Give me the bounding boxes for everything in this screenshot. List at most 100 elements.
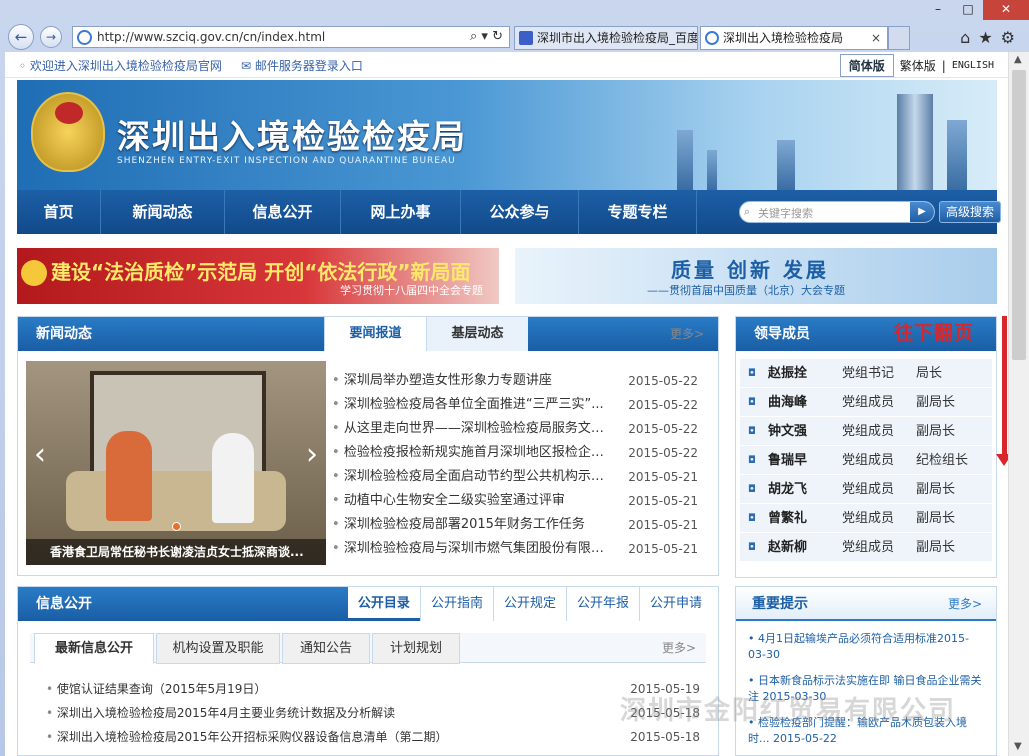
news-title[interactable]: 深圳检验检疫局各单位全面推进“三严三实”... (332, 393, 614, 417)
carousel-prev-icon[interactable]: ‹ (34, 437, 46, 472)
news-title[interactable]: 从这里走向世界——深圳检验检疫局服务文博... (332, 417, 614, 441)
info-disclosure-panel: 信息公开 公开目录 公开指南 公开规定 公开年报 公开申请 最新信息公开 机构设… (17, 586, 719, 756)
advanced-search-button[interactable]: 高级搜索 (939, 201, 1001, 223)
info-title[interactable]: 使馆认证结果查询（2015年5月19日） (46, 677, 614, 701)
info-link-rules[interactable]: 公开规定 (492, 587, 566, 621)
welcome-link[interactable]: ◦ 欢迎进入深圳出入境检验检疫局官网 (19, 57, 222, 74)
news-title[interactable]: 深圳检验检疫局与深圳市燃气集团股份有限公... (332, 537, 614, 561)
back-button[interactable]: ← (8, 24, 34, 50)
tab-latest-info[interactable]: 最新信息公开 (34, 633, 154, 664)
nav-public-participation[interactable]: 公众参与 (461, 190, 579, 234)
leader-row[interactable]: ◘ 钟文强 党组成员 副局长 (740, 417, 992, 446)
leader-row[interactable]: ◘ 曲海峰 党组成员 副局长 (740, 388, 992, 417)
nav-online-service[interactable]: 网上办事 (341, 190, 461, 234)
carousel-next-icon[interactable]: › (306, 437, 318, 472)
settings-icon[interactable]: ⚙ (1001, 28, 1023, 47)
news-item[interactable]: 深圳检验检疫局全面启动节约型公共机构示范... 2015-05-21 (332, 465, 712, 489)
news-item[interactable]: 深圳检验检疫局与深圳市燃气集团股份有限公... 2015-05-21 (332, 537, 712, 561)
nav-info[interactable]: 信息公开 (225, 190, 341, 234)
search-go-button[interactable]: ▶ (910, 202, 934, 222)
nav-news[interactable]: 新闻动态 (101, 190, 225, 234)
news-title[interactable]: 深圳检验检疫局部署2015年财务工作任务 (332, 513, 614, 537)
tab-notices[interactable]: 通知公告 (282, 633, 370, 664)
promo-banner-quality[interactable]: 质量 创新 发展 ——贯彻首届中国质量（北京）大会专题 (515, 248, 997, 304)
leader-row[interactable]: ◘ 赵振拴 党组书记 局长 (740, 359, 992, 388)
info-item[interactable]: 深圳出入境检验检疫局2015年公开招标采购仪器设备信息清单（第二期） 2015-0… (46, 725, 700, 749)
new-tab-button[interactable] (888, 26, 910, 50)
tab-plans[interactable]: 计划规划 (372, 633, 460, 664)
news-title[interactable]: 检验检疫报检新规实施首月深圳地区报检企业... (332, 441, 614, 465)
info-title[interactable]: 深圳出入境检验检疫局2015年4月主要业务统计数据及分析解读 (46, 701, 614, 725)
search-icon: ⌕ (744, 205, 751, 218)
favorites-icon[interactable]: ★ (978, 28, 1000, 47)
home-icon[interactable]: ⌂ (960, 28, 978, 47)
browser-tab-szciq[interactable]: 深圳出入境检验检疫局 × (700, 26, 888, 50)
forward-button[interactable]: → (40, 26, 62, 48)
info-title[interactable]: 深圳出入境检验检疫局2015年公开招标采购仪器设备信息清单（第二期） (46, 725, 614, 749)
building-graphic (897, 94, 933, 190)
leader-name[interactable]: 曲海峰 (756, 388, 842, 416)
news-item[interactable]: 动植中心生物安全二级实验室通过评审 2015-05-21 (332, 489, 712, 513)
news-item[interactable]: 检验检疫报检新规实施首月深圳地区报检企业... 2015-05-22 (332, 441, 712, 465)
maximize-button[interactable]: □ (953, 0, 983, 20)
tab-local-news[interactable]: 基层动态 (426, 317, 528, 351)
tips-more-link[interactable]: 更多> (948, 587, 982, 621)
nav-home[interactable]: 首页 (17, 190, 101, 234)
info-item[interactable]: 使馆认证结果查询（2015年5月19日）2015-05-19 (46, 677, 700, 701)
leader-name[interactable]: 赵振拴 (756, 359, 842, 387)
info-more-link[interactable]: 更多> (662, 633, 696, 663)
photo-caption[interactable]: 香港食卫局常任秘书长谢凌洁贞女士抵深商谈... (26, 539, 326, 565)
tab-organization[interactable]: 机构设置及职能 (156, 633, 280, 664)
refresh-icon[interactable]: ↻ (492, 29, 503, 44)
leader-row[interactable]: ◘ 赵新柳 党组成员 副局长 (740, 533, 992, 562)
address-bar[interactable]: http://www.szciq.gov.cn/cn/index.html ⌕ … (72, 26, 510, 48)
news-more-link[interactable]: 更多> (670, 317, 704, 351)
promo-banner-law[interactable]: 建设“法治质检”示范局 开创“依法行政”新局面 学习贯彻十八届四中全会专题 (17, 248, 499, 304)
lang-traditional[interactable]: 繁体版 (900, 57, 936, 74)
info-link-annual-report[interactable]: 公开年报 (565, 587, 639, 621)
search-icon[interactable]: ⌕ (470, 29, 477, 44)
building-graphic (947, 120, 967, 190)
tab-headline-news[interactable]: 要闻报道 (324, 317, 426, 351)
news-item[interactable]: 从这里走向世界——深圳检验检疫局服务文博... 2015-05-22 (332, 417, 712, 441)
close-tab-icon[interactable]: × (871, 27, 881, 49)
mail-login-link[interactable]: ✉ 邮件服务器登录入口 (241, 57, 363, 74)
carousel-indicator[interactable] (172, 522, 181, 531)
minimize-button[interactable]: – (923, 0, 953, 20)
leader-name[interactable]: 曾繁礼 (756, 504, 842, 532)
news-photo-carousel[interactable]: ‹ › 香港食卫局常任秘书长谢凌洁贞女士抵深商谈... (26, 361, 326, 565)
dropdown-icon[interactable]: ▾ (481, 29, 488, 44)
leader-name[interactable]: 胡龙飞 (756, 475, 842, 503)
info-item[interactable]: 深圳出入境检验检疫局2015年4月主要业务统计数据及分析解读2015-05-18 (46, 701, 700, 725)
news-title[interactable]: 深圳检验检疫局全面启动节约型公共机构示范... (332, 465, 614, 489)
close-window-button[interactable]: ✕ (983, 0, 1029, 20)
welcome-text: 欢迎进入深圳出入境检验检疫局官网 (29, 59, 222, 73)
news-item[interactable]: 深圳检验检疫局各单位全面推进“三严三实”... 2015-05-22 (332, 393, 712, 417)
info-link-catalog[interactable]: 公开目录 (347, 587, 420, 621)
lang-simplified[interactable]: 简体版 (839, 54, 894, 77)
scrollbar-thumb[interactable] (1012, 70, 1026, 360)
news-item[interactable]: 深圳检验检疫局部署2015年财务工作任务 2015-05-21 (332, 513, 712, 537)
leader-name[interactable]: 赵新柳 (756, 533, 842, 561)
leader-name[interactable]: 鲁瑞早 (756, 446, 842, 474)
address-url[interactable]: http://www.szciq.gov.cn/cn/index.html (97, 30, 325, 44)
news-title[interactable]: 动植中心生物安全二级实验室通过评审 (332, 489, 614, 513)
leader-name[interactable]: 钟文强 (756, 417, 842, 445)
news-title[interactable]: 深圳局举办塑造女性形象力专题讲座 (332, 369, 614, 393)
nav-special-topics[interactable]: 专题专栏 (579, 190, 697, 234)
tip-item[interactable]: 4月1日起输埃产品必须符合适用标准2015-03-30 (748, 631, 986, 663)
tab-label: 深圳出入境检验检疫局 (723, 31, 844, 45)
emblem-logo-icon (31, 92, 105, 172)
leader-row[interactable]: ◘ 胡龙飞 党组成员 副局长 (740, 475, 992, 504)
lang-english[interactable]: ENGLISH (952, 60, 994, 71)
info-link-request[interactable]: 公开申请 (638, 587, 712, 621)
scroll-down-icon[interactable]: ▼ (1014, 741, 1022, 752)
scroll-up-icon[interactable]: ▲ (1014, 54, 1022, 65)
search-input[interactable]: 关键字搜索 (758, 205, 813, 221)
news-item[interactable]: 深圳局举办塑造女性形象力专题讲座 2015-05-22 (332, 369, 712, 393)
leader-row[interactable]: ◘ 鲁瑞早 党组成员 纪检组长 (740, 446, 992, 475)
vertical-scrollbar[interactable]: ▲ ▼ (1008, 52, 1029, 756)
info-link-guide[interactable]: 公开指南 (419, 587, 493, 621)
browser-tab-baidu[interactable]: 深圳市出入境检验检疫局_百度... (514, 26, 698, 50)
leader-row[interactable]: ◘ 曾繁礼 党组成员 副局长 (740, 504, 992, 533)
